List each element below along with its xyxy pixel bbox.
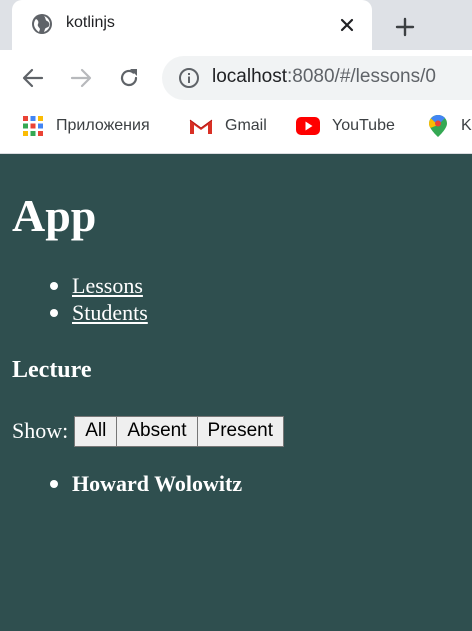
url-text[interactable]: localhost:8080/#/lessons/0 [212, 66, 436, 88]
address-bar[interactable]: localhost:8080/#/lessons/0 [162, 56, 472, 100]
show-all-button[interactable]: All [74, 415, 118, 447]
reload-icon [120, 69, 138, 87]
plus-icon [395, 17, 415, 37]
gmail-icon [189, 119, 213, 134]
page-content: App Lessons Students Lecture Show: All A… [0, 154, 472, 631]
bookmark-label: K [461, 117, 472, 134]
browser-tab[interactable]: kotlinjs [12, 0, 372, 50]
lesson-title: Lecture [12, 357, 92, 383]
forward-button[interactable] [68, 65, 94, 91]
nav-item-students: Students [0, 299, 148, 326]
app-title: App [12, 190, 97, 241]
arrow-left-icon [22, 68, 44, 88]
bookmark-label: Gmail [225, 117, 267, 134]
youtube-icon [296, 117, 320, 135]
student-item[interactable]: Howard Wolowitz [0, 470, 242, 498]
nav-item-lessons: Lessons [0, 272, 148, 299]
bookmark-youtube[interactable]: YouTube [296, 113, 395, 139]
url-path: :8080/#/lessons/0 [287, 66, 436, 87]
filter-label: Show: [12, 418, 69, 443]
lessons-link[interactable]: Lessons [72, 273, 143, 298]
url-host: localhost [212, 66, 287, 87]
bookmark-gmail[interactable]: Gmail [189, 113, 267, 139]
back-button[interactable] [20, 65, 46, 91]
browser-toolbar: localhost:8080/#/lessons/0 [0, 50, 472, 106]
attendance-filter: Show: All Absent Present [12, 415, 285, 447]
show-absent-button[interactable]: Absent [117, 415, 198, 447]
bookmarks-bar: Приложения Gmail YouTube K [0, 106, 472, 146]
info-icon[interactable] [178, 67, 200, 89]
new-tab-button[interactable] [391, 13, 419, 41]
tab-strip: kotlinjs [0, 0, 472, 50]
arrow-right-icon [70, 68, 92, 88]
reload-button[interactable] [116, 65, 142, 91]
bookmark-label: Приложения [56, 117, 150, 134]
bookmark-apps[interactable]: Приложения [22, 113, 150, 139]
close-tab-button[interactable] [336, 14, 358, 36]
close-icon [340, 18, 354, 32]
globe-icon [32, 14, 52, 34]
students-link[interactable]: Students [72, 300, 148, 325]
main-nav: Lessons Students [0, 272, 148, 326]
tab-title: kotlinjs [66, 14, 115, 31]
bookmark-maps[interactable]: K [427, 113, 472, 139]
browser-chrome: kotlinjs localhost:8080/#/lessons/0 Прил… [0, 0, 472, 154]
apps-grid-icon [23, 116, 43, 136]
bookmark-label: YouTube [332, 117, 395, 134]
maps-icon [429, 115, 447, 137]
show-present-button[interactable]: Present [197, 415, 285, 447]
student-list: Howard Wolowitz [0, 470, 242, 498]
